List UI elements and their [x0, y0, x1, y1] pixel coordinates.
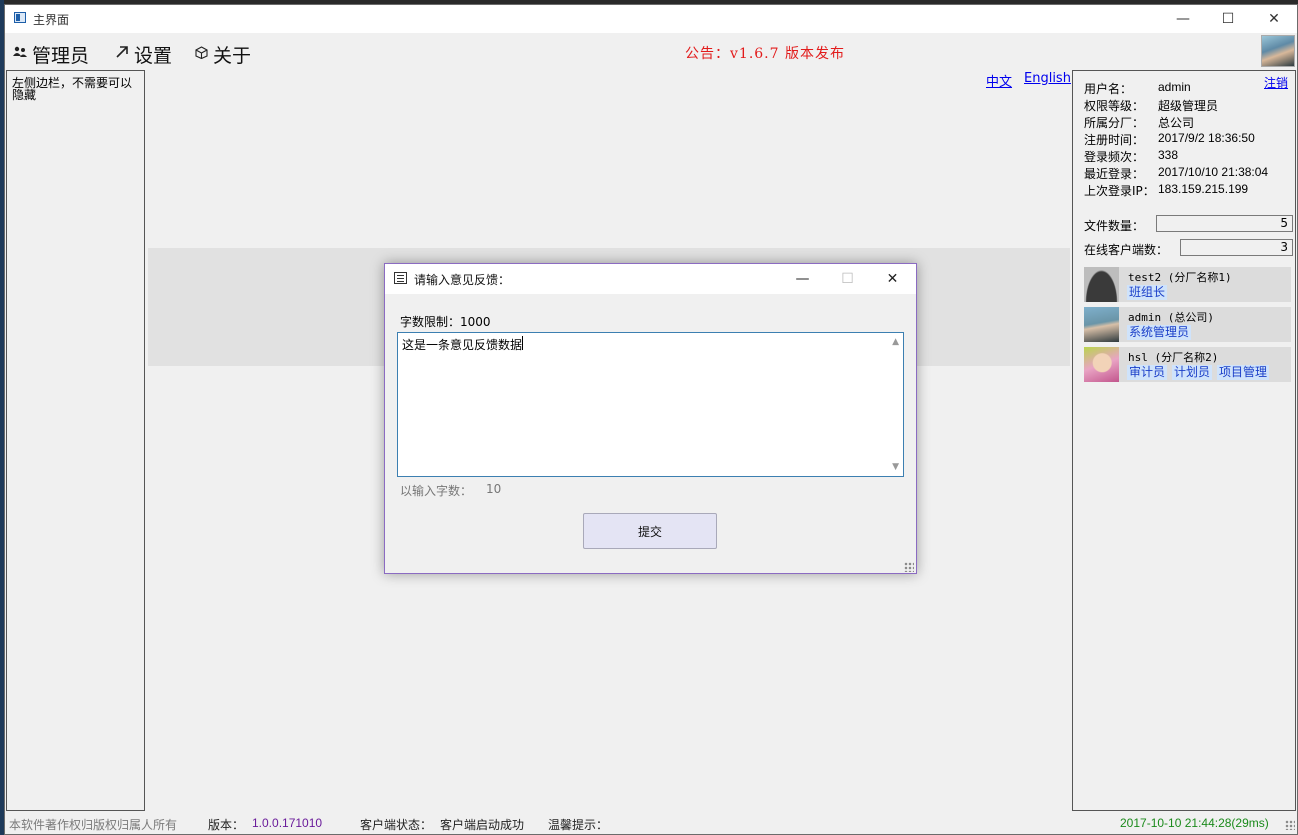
info-label: 所属分厂： [1084, 116, 1145, 130]
resize-grip-icon[interactable] [904, 562, 914, 572]
info-row-register-time: 注册时间： 2017/9/2 18:36:50 [1084, 131, 1255, 148]
info-value: 338 [1158, 148, 1179, 162]
minimize-icon: — [795, 271, 810, 287]
client-name: test2 (分厂名称1) [1128, 271, 1232, 284]
menu-item-about[interactable]: 关于 [195, 41, 251, 67]
char-limit-label: 字数限制：1000 [400, 315, 491, 329]
client-list-item[interactable]: hsl (分厂名称2) 审计员 计划员 项目管理 [1084, 347, 1291, 382]
client-name: hsl (分厂名称2) [1128, 351, 1219, 364]
file-count-label: 文件数量： [1084, 219, 1145, 233]
status-time: 2017-10-10 21:44:28(29ms) [1120, 816, 1269, 830]
client-roles: 系统管理员 [1127, 325, 1192, 340]
client-status-value: 客户端启动成功 [440, 818, 525, 832]
form-icon [394, 272, 407, 284]
input-count-value: 10 [486, 482, 502, 496]
dialog-title: 请输入意见反馈： [414, 273, 511, 287]
language-chinese-link[interactable]: 中文 [986, 71, 1012, 90]
copyright-text: 本软件著作权归版权归属人所有 [9, 818, 178, 832]
info-row-username: 用户名： admin [1084, 80, 1191, 97]
maximize-icon: ☐ [841, 271, 854, 287]
input-count-label: 以输入字数： [400, 484, 473, 498]
info-label: 用户名： [1084, 82, 1133, 96]
info-value: admin [1158, 80, 1191, 94]
online-clients-label: 在线客户端数： [1084, 243, 1169, 257]
role-badge: 项目管理 [1217, 365, 1270, 380]
title-bar[interactable]: 主界面 — ☐ ✕ [5, 5, 1297, 33]
info-label: 注册时间： [1084, 133, 1145, 147]
client-avatar [1084, 347, 1119, 382]
online-clients-field: 3 [1180, 239, 1293, 256]
cube-icon [195, 45, 208, 63]
menu-item-settings[interactable]: 设置 [115, 41, 172, 67]
default-avatar-icon [1084, 267, 1119, 302]
scroll-up-icon[interactable]: ▲ [892, 337, 899, 347]
maximize-button[interactable]: ☐ [1205, 5, 1251, 33]
info-value: 总公司 [1158, 116, 1195, 130]
menu-item-label: 关于 [213, 44, 252, 67]
file-count-field: 5 [1156, 215, 1293, 232]
info-row-permission: 权限等级： 超级管理员 [1084, 97, 1218, 114]
close-icon: ✕ [886, 271, 899, 287]
dialog-title-bar[interactable]: 请输入意见反馈： — ☐ ✕ [385, 264, 916, 294]
sidebar-note: 左侧边栏，不需要可以隐藏 [12, 76, 133, 102]
minimize-icon: — [1176, 11, 1190, 27]
info-label: 最近登录： [1084, 167, 1145, 181]
submit-button[interactable]: 提交 [583, 513, 717, 549]
menu-item-label: 管理员 [32, 44, 90, 67]
logout-link[interactable]: 注销 [1264, 74, 1288, 91]
info-label: 登录频次： [1084, 150, 1145, 164]
role-badge: 系统管理员 [1127, 325, 1192, 340]
role-badge: 计划员 [1172, 365, 1213, 380]
version-value: 1.0.0.171010 [252, 816, 323, 830]
menu-bar: 管理员 设置 关于 公告：v1.6.7 版本发布 [5, 33, 1297, 71]
role-badge: 审计员 [1127, 365, 1168, 380]
menu-item-label: 设置 [134, 44, 173, 67]
feedback-textarea[interactable]: 这是一条意见反馈数据 ▲ ▼ [397, 332, 904, 477]
role-badge: 班组长 [1127, 285, 1168, 300]
tip-label: 温馨提示： [548, 818, 609, 832]
user-info-panel: 注销 用户名： admin 权限等级： 超级管理员 所属分厂： 总公司 注册时间… [1072, 70, 1296, 811]
main-window: 主界面 — ☐ ✕ 管理员 设置 关于 公告：v1.6.7 版本发布 左侧边栏， [4, 4, 1298, 835]
feedback-text: 这是一条意见反馈数据 [402, 338, 523, 352]
current-user-avatar[interactable] [1261, 35, 1295, 67]
info-value: 183.159.215.199 [1158, 182, 1249, 196]
users-icon [13, 46, 27, 62]
info-value: 2017/9/2 18:36:50 [1158, 131, 1255, 145]
client-roles: 班组长 [1127, 285, 1168, 300]
client-list-item[interactable]: admin (总公司) 系统管理员 [1084, 307, 1291, 342]
client-roles: 审计员 计划员 项目管理 [1127, 365, 1270, 380]
client-avatar [1084, 307, 1119, 342]
dialog-close-button[interactable]: ✕ [870, 264, 915, 294]
minimize-button[interactable]: — [1160, 5, 1206, 33]
dialog-maximize-button[interactable]: ☐ [825, 264, 870, 294]
feedback-dialog: 请输入意见反馈： — ☐ ✕ 字数限制：1000 这是一条意见反馈数据 ▲ ▼ … [384, 263, 917, 574]
scroll-down-icon[interactable]: ▼ [892, 462, 899, 472]
language-english-link[interactable]: English [1024, 71, 1071, 86]
info-label: 权限等级： [1084, 99, 1145, 113]
resize-grip-icon[interactable] [1285, 820, 1295, 830]
version-label: 版本： [208, 818, 245, 832]
client-list-item[interactable]: test2 (分厂名称1) 班组长 [1084, 267, 1291, 302]
app-window-icon [14, 12, 26, 23]
menu-item-admin[interactable]: 管理员 [13, 41, 89, 67]
dialog-minimize-button[interactable]: — [780, 264, 825, 294]
text-caret [522, 336, 523, 350]
info-row-factory: 所属分厂： 总公司 [1084, 114, 1194, 131]
info-label: 上次登录IP： [1084, 184, 1155, 198]
left-sidebar: 左侧边栏，不需要可以隐藏 [6, 70, 145, 811]
close-icon: ✕ [1268, 11, 1280, 27]
info-row-login-count: 登录频次： 338 [1084, 148, 1178, 165]
client-status-label: 客户端状态： [360, 818, 433, 832]
announcement-banner: 公告：v1.6.7 版本发布 [685, 46, 845, 62]
client-name: admin (总公司) [1128, 311, 1214, 324]
info-row-last-login: 最近登录： 2017/10/10 21:38:04 [1084, 165, 1268, 182]
info-value: 2017/10/10 21:38:04 [1158, 165, 1269, 179]
arrow-up-right-icon [115, 45, 129, 63]
info-value: 超级管理员 [1158, 99, 1219, 113]
close-button[interactable]: ✕ [1251, 5, 1297, 33]
status-bar: 本软件著作权归版权归属人所有 版本： 1.0.0.171010 客户端状态： 客… [5, 812, 1297, 834]
window-title: 主界面 [33, 13, 70, 27]
info-row-last-ip: 上次登录IP： 183.159.215.199 [1084, 182, 1248, 199]
maximize-icon: ☐ [1221, 11, 1235, 27]
